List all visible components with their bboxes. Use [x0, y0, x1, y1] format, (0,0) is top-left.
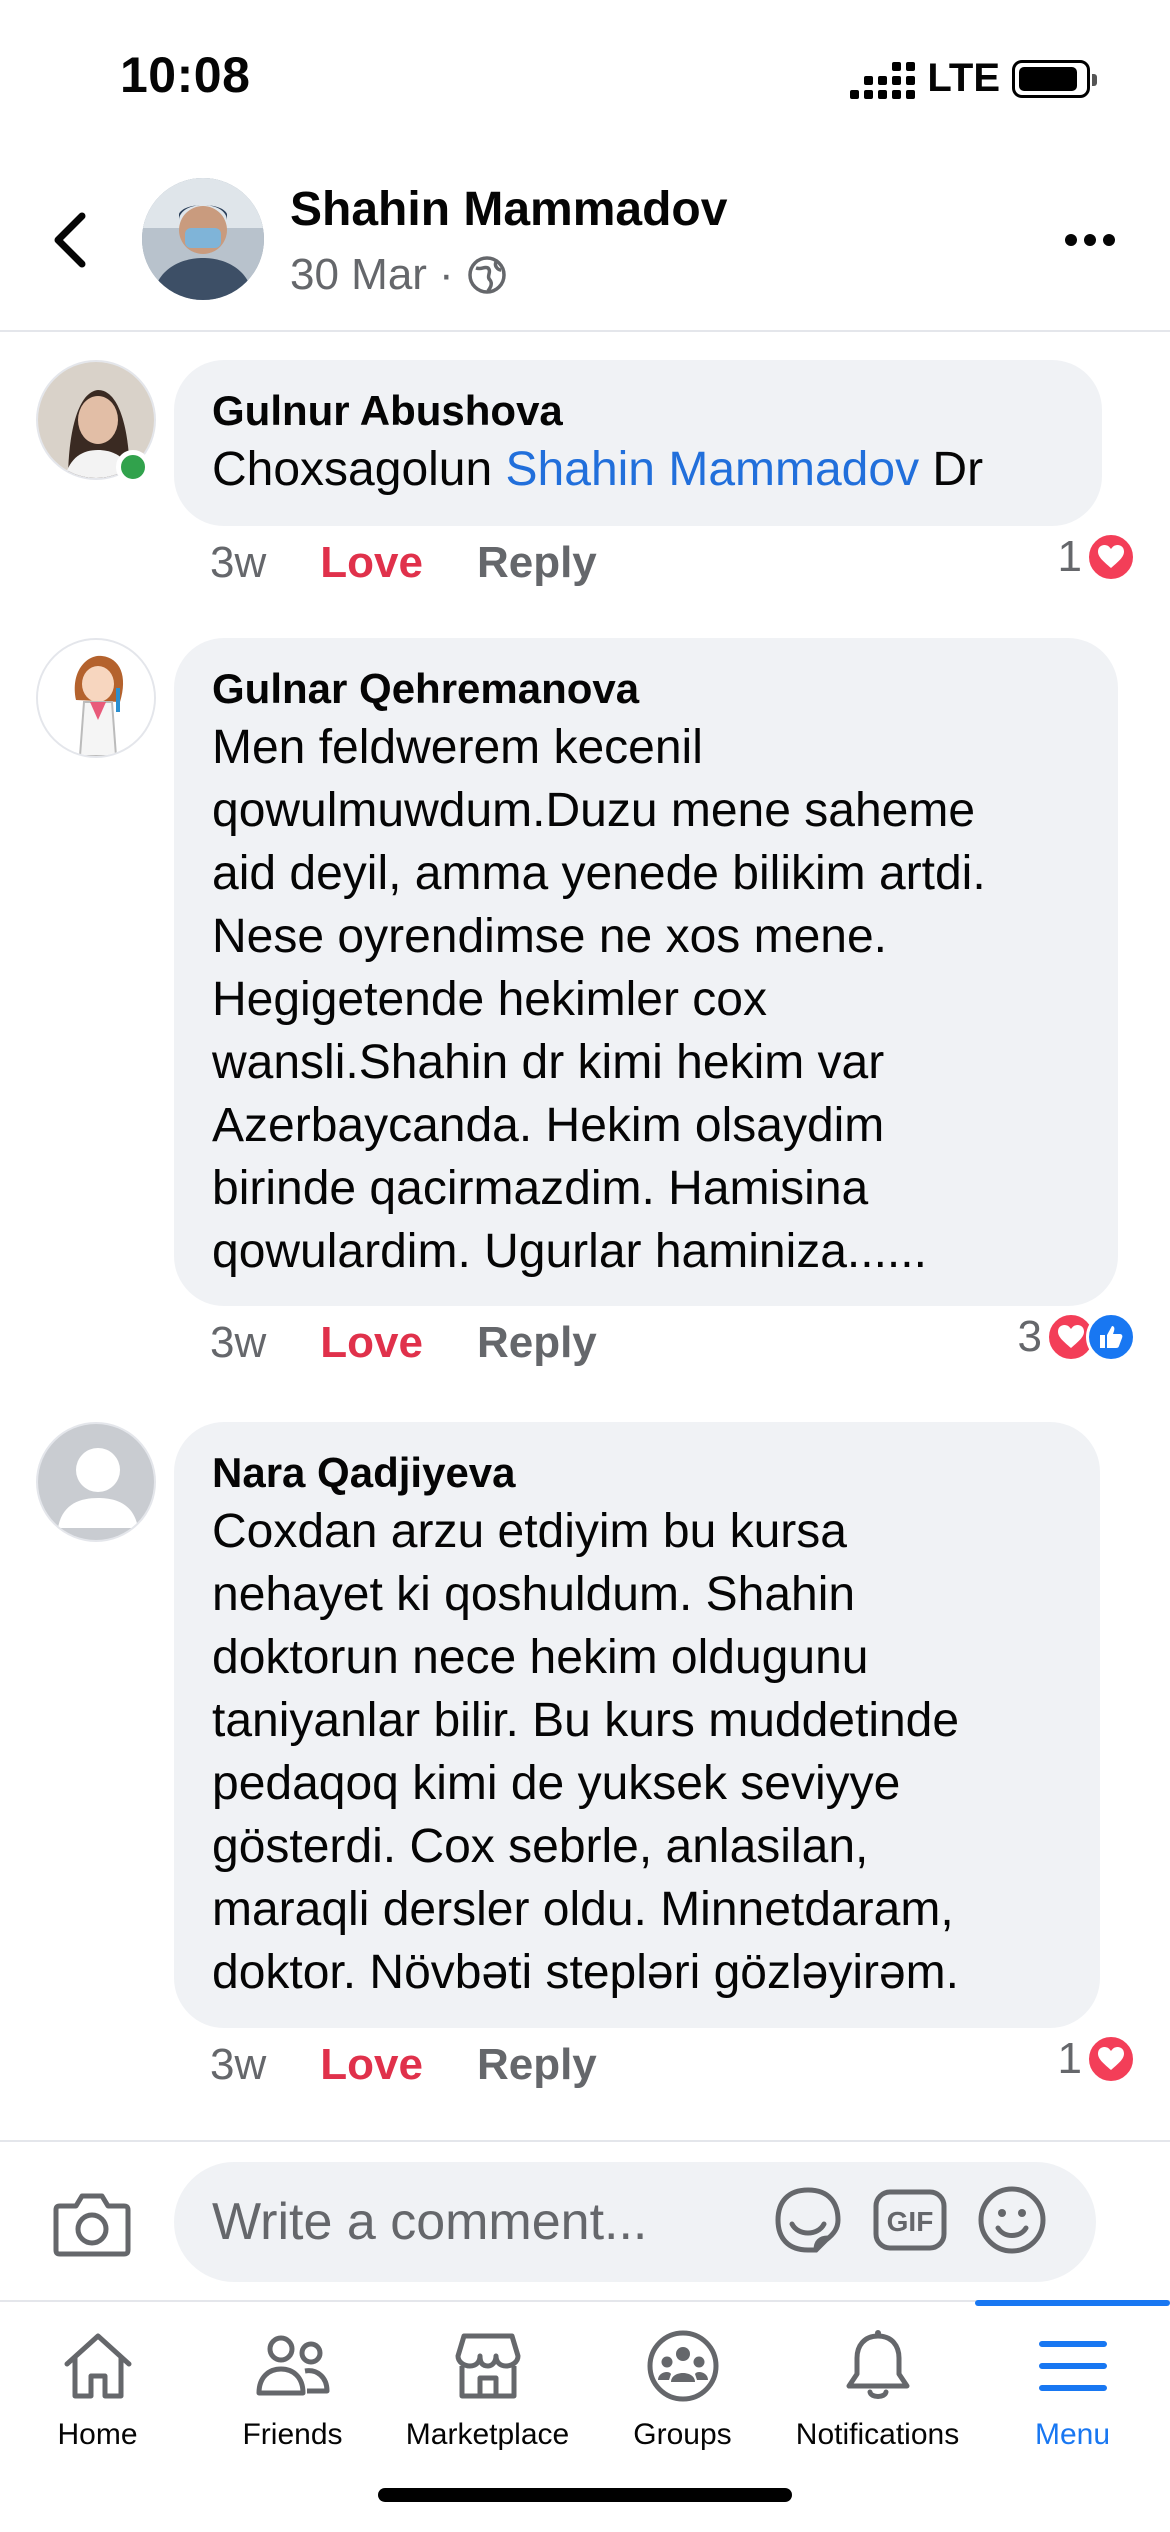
globe-icon [467, 256, 506, 294]
bell-icon [846, 2330, 909, 2399]
comment-bubble: Nara Qadjiyeva Coxdan arzu etdiyim bu ku… [174, 1422, 1100, 2028]
network-type: LTE [927, 56, 1000, 100]
heart-icon [1086, 532, 1136, 582]
signal-icon [850, 59, 916, 99]
like-icon [1086, 1312, 1136, 1362]
emoji-icon [978, 2186, 1046, 2254]
sticker-button[interactable] [770, 2182, 846, 2258]
gif-icon: GIF [873, 2189, 947, 2251]
author-avatar[interactable] [142, 178, 264, 300]
comment-time: 3w [210, 2040, 267, 2089]
reaction-summary[interactable]: 3 [1018, 1312, 1136, 1362]
home-icon [64, 2333, 131, 2399]
nav-label: Notifications [795, 2418, 960, 2451]
nav-label: Groups [633, 2418, 732, 2451]
nav-marketplace[interactable]: Marketplace [390, 2302, 585, 2472]
comment-author[interactable]: Gulnur Abushova [212, 384, 1064, 438]
reaction-summary[interactable]: 1 [1058, 532, 1136, 582]
marketplace-icon [455, 2333, 520, 2399]
battery-icon [1012, 59, 1097, 98]
friends-icon [256, 2335, 329, 2396]
comment-actions: 3w Love Reply [210, 2040, 597, 2090]
comment-text: Choxsagolun Shahin Mammadov Dr [212, 443, 984, 496]
emoji-button[interactable] [974, 2182, 1050, 2258]
comment-text: Coxdan arzu etdiyim bu kursa nehayet ki … [212, 1505, 960, 1999]
post-meta: 30 Mar · [290, 250, 508, 300]
meta-separator: · [438, 250, 454, 299]
nav-groups[interactable]: Groups [585, 2302, 780, 2472]
love-button[interactable]: Love [320, 538, 423, 588]
post-author-name[interactable]: Shahin Mammadov [290, 182, 727, 237]
comment-text: Men feldwerem kecenil qowulmuwdum.Duzu m… [212, 721, 986, 1278]
svg-text:GIF: GIF [887, 2206, 934, 2237]
back-button[interactable] [40, 200, 100, 280]
status-indicators: LTE [850, 56, 1097, 101]
reaction-count: 3 [1017, 1312, 1042, 1361]
mention-link[interactable]: Shahin Mammadov [506, 443, 920, 496]
comment-bubble: Gulnur Abushova Choxsagolun Shahin Mamma… [174, 360, 1102, 526]
home-indicator[interactable] [378, 2488, 792, 2502]
reply-button[interactable]: Reply [477, 1318, 597, 1368]
comment-actions: 3w Love Reply [210, 1318, 597, 1368]
chevron-left-icon [54, 212, 86, 268]
nav-label: Home [57, 2418, 138, 2451]
online-status-indicator [116, 450, 150, 484]
composer-actions: GIF [770, 2182, 1050, 2258]
comment-bubble: Gulnar Qehremanova Men feldwerem kecenil… [174, 638, 1118, 1306]
comment-time: 3w [210, 538, 267, 587]
commenter-avatar[interactable] [36, 638, 156, 758]
nav-label: Marketplace [405, 2418, 570, 2451]
post-header: Shahin Mammadov 30 Mar · [0, 150, 1170, 332]
nav-label: Friends [242, 2418, 343, 2451]
more-options-button[interactable] [1050, 220, 1130, 260]
nav-notifications[interactable]: Notifications [780, 2302, 975, 2472]
comment-time: 3w [210, 1318, 267, 1367]
menu-icon [1038, 2341, 1107, 2391]
reply-button[interactable]: Reply [477, 538, 597, 588]
heart-icon [1086, 2034, 1136, 2084]
comment-actions: 3w Love Reply [210, 538, 597, 588]
reaction-count: 1 [1057, 532, 1082, 581]
post-date: 30 Mar [290, 250, 427, 299]
status-time: 10:08 [120, 47, 251, 103]
sticker-icon [775, 2187, 841, 2253]
nav-label: Menu [1034, 2418, 1111, 2451]
camera-icon [53, 2193, 131, 2257]
commenter-avatar[interactable] [36, 1422, 156, 1542]
nav-home[interactable]: Home [0, 2302, 195, 2472]
love-button[interactable]: Love [320, 1318, 423, 1368]
active-tab-indicator [975, 2300, 1170, 2306]
reaction-summary[interactable]: 1 [1058, 2034, 1136, 2084]
reaction-count: 1 [1057, 2034, 1082, 2083]
nav-friends[interactable]: Friends [195, 2302, 390, 2472]
comment-author[interactable]: Gulnar Qehremanova [212, 662, 1080, 716]
status-bar: 10:08 LTE [0, 0, 1170, 150]
groups-icon [647, 2330, 718, 2402]
gif-button[interactable]: GIF [872, 2182, 948, 2258]
nav-menu[interactable]: Menu [975, 2300, 1170, 2472]
camera-button[interactable] [52, 2188, 132, 2258]
comment-composer: GIF [0, 2140, 1170, 2300]
reply-button[interactable]: Reply [477, 2040, 597, 2090]
love-button[interactable]: Love [320, 2040, 423, 2090]
comment-author[interactable]: Nara Qadjiyeva [212, 1446, 1062, 1500]
